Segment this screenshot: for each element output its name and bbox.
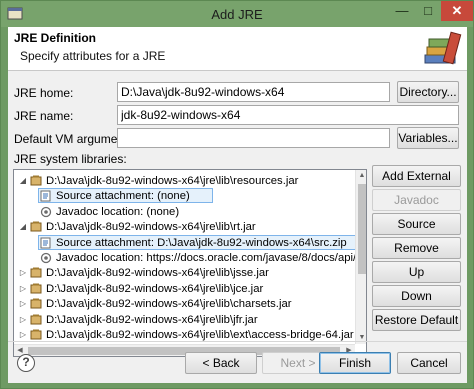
libraries-label: JRE system libraries: <box>14 152 127 166</box>
directory-button[interactable]: Directory... <box>397 81 459 103</box>
expand-arrow-icon[interactable]: ▷ <box>18 265 28 281</box>
library-row[interactable]: ▷ D:\Java\jdk-8u92-windows-x64\jre\lib\jc… <box>14 281 355 297</box>
source-attachment-icon <box>40 237 51 249</box>
library-row[interactable]: ◢ D:\Java\jdk-8u92-windows-x64\jre\lib\re… <box>14 173 355 189</box>
finish-button[interactable]: Finish <box>319 352 391 374</box>
page-description: Specify attributes for a JRE <box>20 49 166 63</box>
books-banner-icon <box>424 31 462 65</box>
jar-icon <box>30 329 42 340</box>
library-attribute-row[interactable]: Source attachment: D:\Java\jdk-8u92-wind… <box>14 234 366 251</box>
library-row[interactable]: ▷ D:\Java\jdk-8u92-windows-x64\jre\lib\js… <box>14 265 355 281</box>
remove-button[interactable]: Remove <box>372 237 461 259</box>
add-jre-dialog: Add JRE — □ ✕ JRE Definition Specify att… <box>0 0 474 389</box>
up-button[interactable]: Up <box>372 261 461 283</box>
library-row-label: Source attachment: D:\Java\jdk-8u92-wind… <box>56 236 347 249</box>
library-row-label: Javadoc location: (none) <box>56 205 180 218</box>
library-row[interactable]: ◢ D:\Java\jdk-8u92-windows-x64\jre\lib\rt… <box>14 219 355 235</box>
collapse-arrow-icon[interactable]: ◢ <box>18 219 28 235</box>
jre-name-field[interactable] <box>117 105 459 125</box>
source-attachment-button[interactable]: Source Attachment... <box>372 213 461 251</box>
dialog-header: JRE Definition Specify attributes for a … <box>8 27 467 71</box>
expand-arrow-icon[interactable]: ▷ <box>18 281 28 297</box>
library-row-label: D:\Java\jdk-8u92-windows-x64\jre\lib\jfr… <box>46 313 258 326</box>
vertical-scroll-thumb[interactable] <box>358 184 366 274</box>
footer-separator <box>8 341 467 342</box>
library-row-label: D:\Java\jdk-8u92-windows-x64\jre\lib\res… <box>46 175 299 187</box>
minimize-button[interactable]: — <box>389 1 415 21</box>
jar-icon <box>30 267 42 278</box>
jar-icon <box>30 221 42 232</box>
jre-libraries-tree[interactable]: ◢ D:\Java\jdk-8u92-windows-x64\jre\lib\re… <box>13 169 367 357</box>
jre-home-label: JRE home: <box>14 86 74 100</box>
variables-button[interactable]: Variables... <box>397 127 459 149</box>
jar-icon <box>30 175 42 186</box>
down-button[interactable]: Down <box>372 285 461 307</box>
jar-icon <box>30 314 42 325</box>
library-row-label: Javadoc location: https://docs.oracle.co… <box>56 252 357 264</box>
library-row-label: D:\Java\jdk-8u92-windows-x64\jre\lib\jss… <box>46 267 269 280</box>
vm-args-field[interactable] <box>117 128 390 148</box>
jar-icon <box>30 298 42 309</box>
back-button[interactable]: < Back <box>185 352 257 374</box>
vertical-scrollbar[interactable]: ▲ ▼ <box>355 170 366 344</box>
library-row-label: D:\Java\jdk-8u92-windows-x64\jre\lib\cha… <box>46 298 292 311</box>
jar-icon <box>30 283 42 294</box>
library-row-label: Source attachment: (none) <box>56 190 190 203</box>
javadoc-location-button[interactable]: Javadoc Location... <box>372 189 461 227</box>
maximize-button[interactable]: □ <box>415 1 441 21</box>
add-external-jars-button[interactable]: Add External JARs... <box>372 165 461 203</box>
library-row[interactable]: ▷ D:\Java\jdk-8u92-windows-x64\jre\lib\jf… <box>14 312 355 328</box>
restore-default-button[interactable]: Restore Default <box>372 309 461 331</box>
library-row-label: D:\Java\jdk-8u92-windows-x64\jre\lib\jce… <box>46 282 264 295</box>
library-row[interactable]: ▷ D:\Java\jdk-8u92-windows-x64\jre\lib\ch… <box>14 296 355 312</box>
javadoc-location-icon <box>40 206 52 217</box>
page-title: JRE Definition <box>14 31 97 45</box>
library-row-label: D:\Java\jdk-8u92-windows-x64\jre\lib\rt.… <box>46 221 256 234</box>
cancel-button[interactable]: Cancel <box>397 352 461 374</box>
close-button[interactable]: ✕ <box>441 1 473 21</box>
javadoc-location-icon <box>40 252 52 264</box>
scroll-up-arrow-icon[interactable]: ▲ <box>356 170 366 182</box>
expand-arrow-icon[interactable]: ▷ <box>18 296 28 312</box>
dialog-body: JRE Definition Specify attributes for a … <box>8 27 467 383</box>
jre-name-label: JRE name: <box>14 109 74 123</box>
jre-home-field[interactable] <box>117 82 390 102</box>
expand-arrow-icon[interactable]: ▷ <box>18 312 28 328</box>
title-bar[interactable]: Add JRE — □ ✕ <box>1 1 473 27</box>
scroll-down-arrow-icon[interactable]: ▼ <box>356 332 366 344</box>
help-icon[interactable]: ? <box>17 354 35 372</box>
collapse-arrow-icon[interactable]: ◢ <box>18 173 28 189</box>
library-attribute-row[interactable]: Javadoc location: https://docs.oracle.co… <box>14 250 357 266</box>
source-attachment-icon <box>40 190 51 202</box>
library-attribute-row[interactable]: Javadoc location: (none) <box>14 204 355 220</box>
library-attribute-row[interactable]: Source attachment: (none) <box>14 188 355 204</box>
